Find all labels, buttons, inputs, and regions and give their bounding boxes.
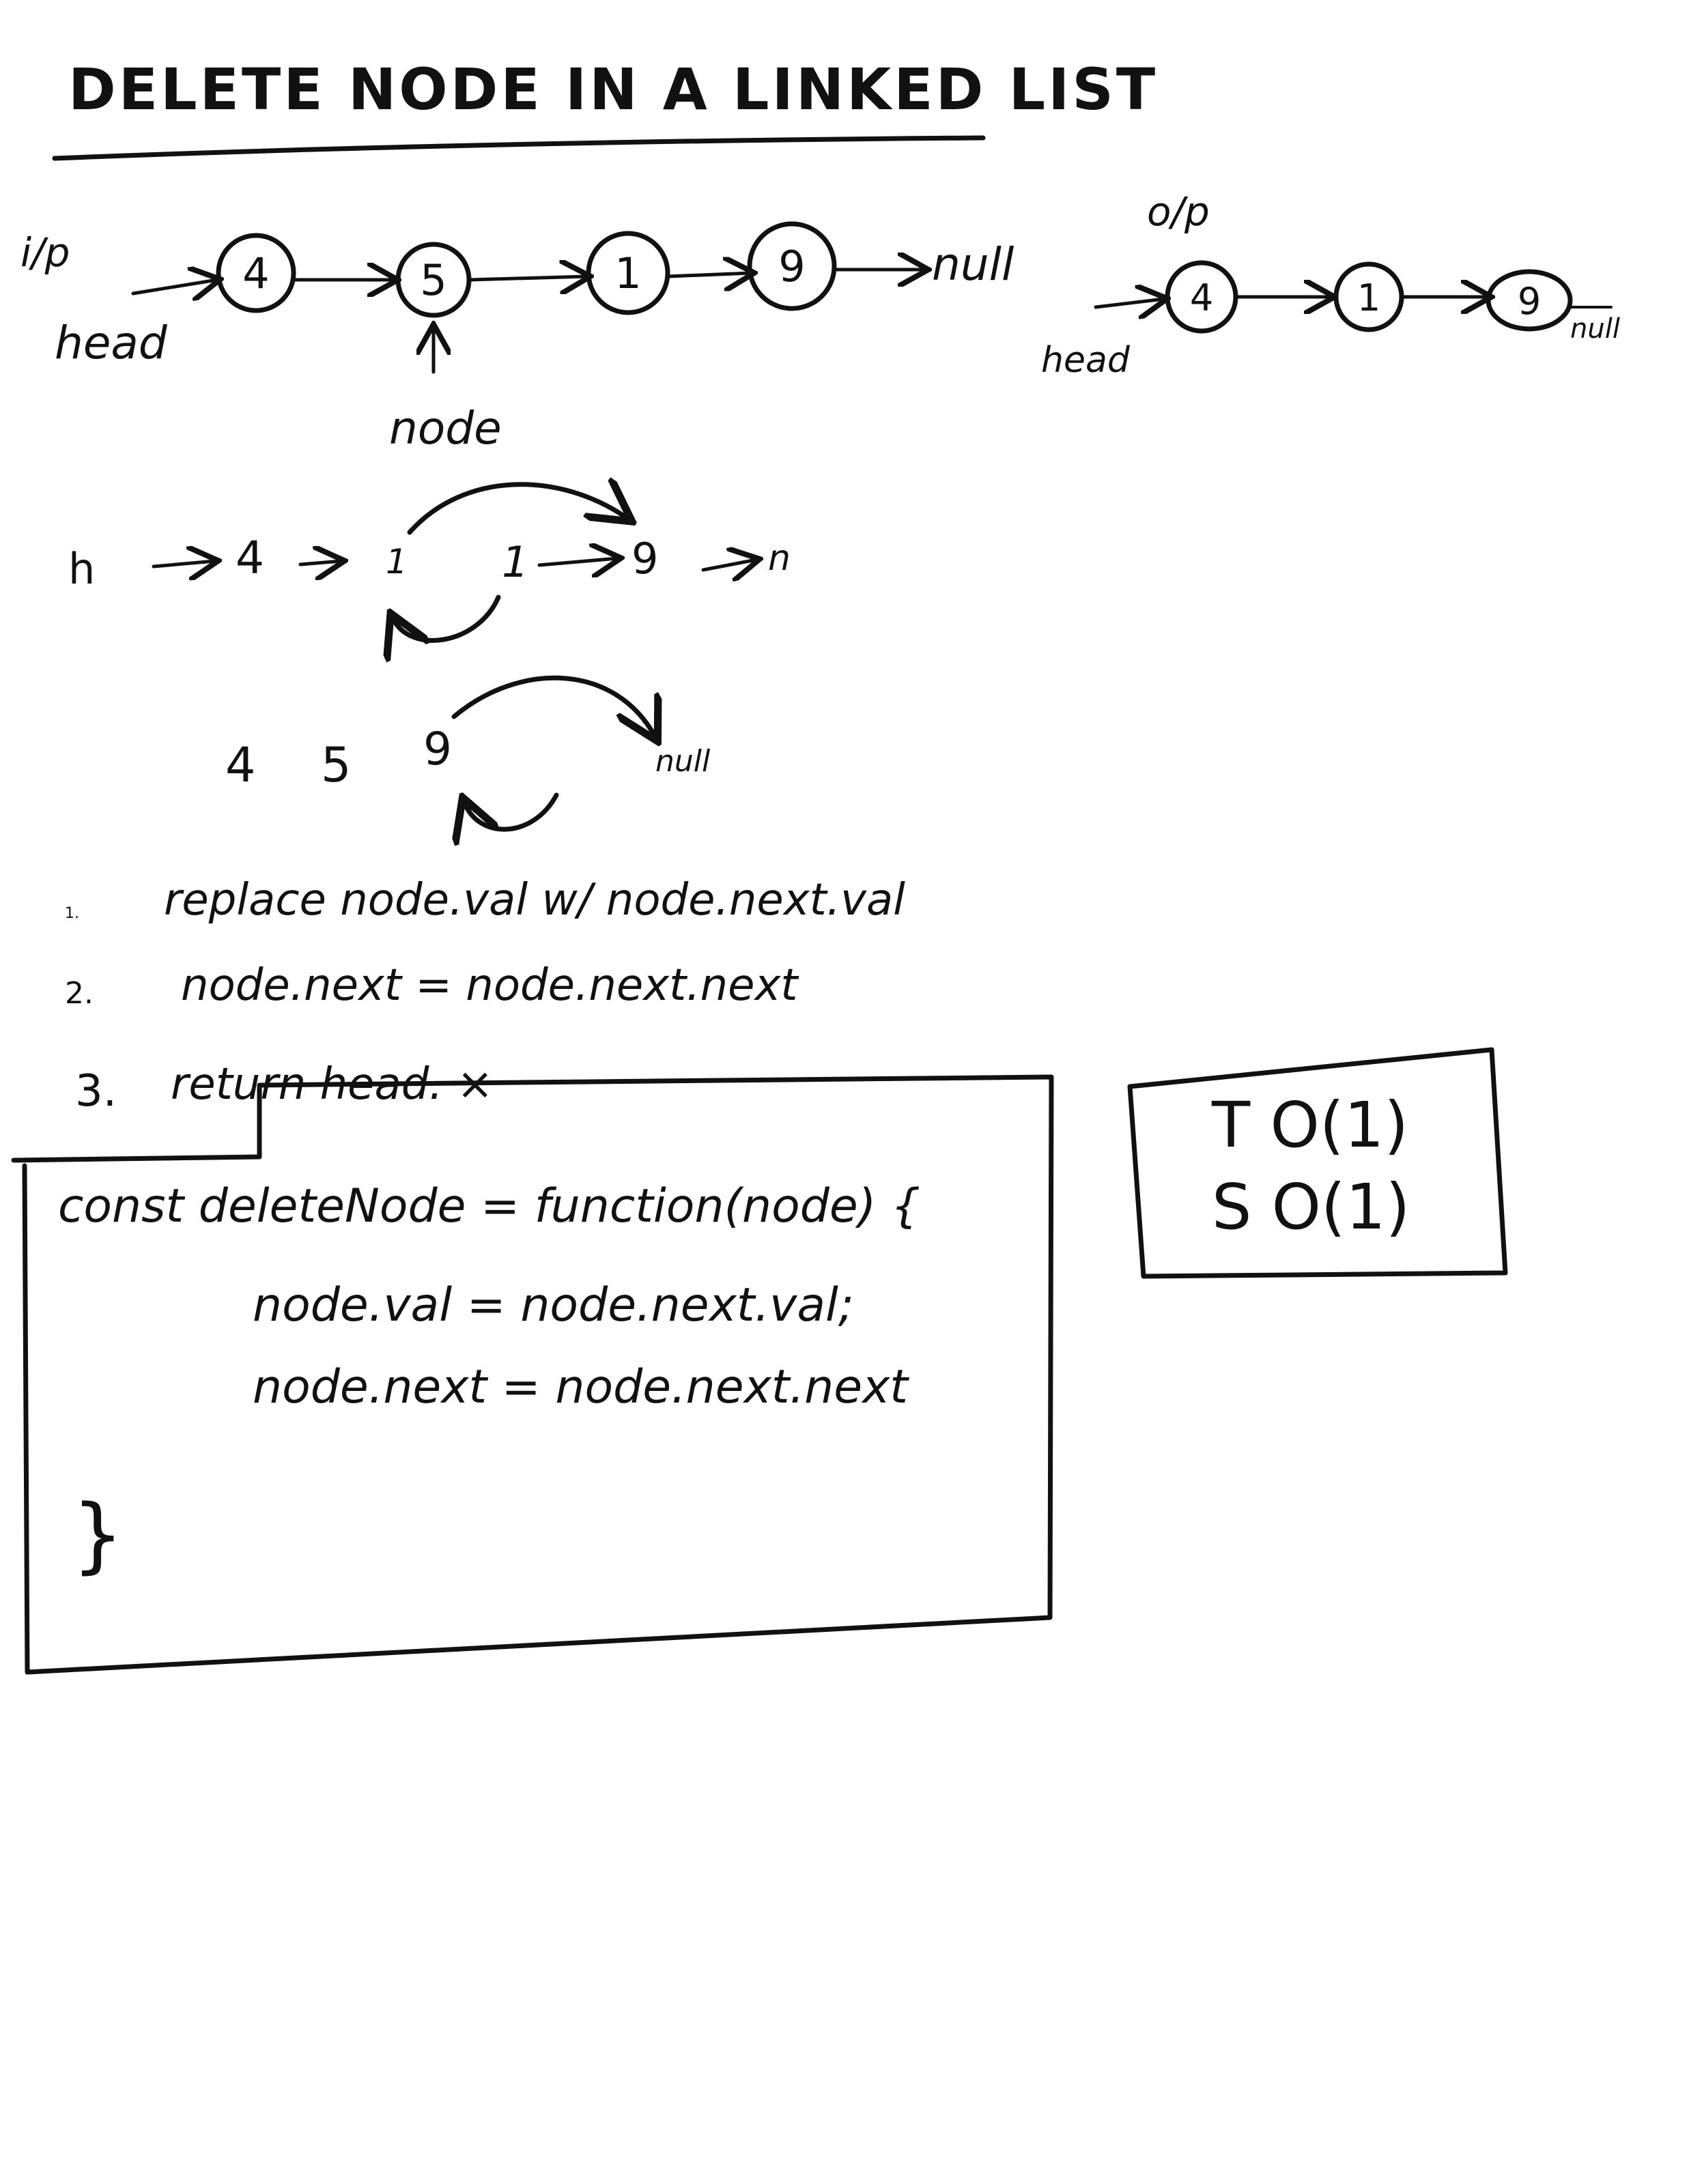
sketch-2: 4 5 9 null bbox=[225, 675, 711, 829]
step-3-number: 3. bbox=[75, 1066, 117, 1117]
node-pointer-label: node bbox=[389, 402, 502, 455]
code-line-2: node.val = node.next.val; bbox=[253, 1278, 854, 1332]
sketch-1-value-1a: 1 bbox=[386, 542, 408, 581]
code-line-1: const deleteNode = function(node) { bbox=[58, 1179, 920, 1233]
input-node-3: 1 bbox=[586, 231, 670, 315]
sketch-1: h 4 1 1 9 n bbox=[68, 485, 791, 641]
step-2-text: node.next = node.next.next bbox=[181, 960, 799, 1011]
output-node-2: 1 bbox=[1333, 261, 1404, 332]
input-node-3-value: 1 bbox=[614, 248, 641, 298]
sketch-2-value-4: 4 bbox=[225, 737, 256, 793]
page-title: DELETE NODE IN A LINKED LIST bbox=[68, 56, 1158, 123]
input-node-4-value: 9 bbox=[778, 242, 805, 291]
time-complexity: T O(1) bbox=[1211, 1089, 1408, 1162]
output-node-1-value: 4 bbox=[1190, 276, 1213, 319]
output-node-3: 9 bbox=[1486, 269, 1573, 332]
step-1-text: replace node.val w/ node.next.val bbox=[164, 875, 905, 925]
sketch-2-value-5: 5 bbox=[321, 737, 352, 793]
input-head-arrow bbox=[131, 280, 217, 293]
output-node-2-value: 1 bbox=[1357, 276, 1380, 319]
input-node-2: 5 bbox=[395, 242, 472, 318]
sketch-1-null: n bbox=[768, 538, 791, 579]
sketch-1-head: h bbox=[68, 544, 95, 594]
title-underline bbox=[52, 135, 986, 161]
sketch-2-null: null bbox=[655, 744, 711, 779]
sketch-1-skip-arrow bbox=[407, 485, 628, 535]
code-line-3: node.next = node.next.next bbox=[253, 1360, 909, 1414]
step-1-number: 1. bbox=[65, 905, 79, 922]
input-arrow-3-4 bbox=[666, 273, 751, 276]
sketch-2-copy-arrow bbox=[464, 795, 559, 829]
input-node-1-value: 4 bbox=[242, 248, 269, 298]
output-null-label: null bbox=[1570, 313, 1620, 345]
input-null-label: null bbox=[932, 238, 1014, 291]
sketch-1-value-4: 4 bbox=[236, 532, 264, 584]
input-head-label: head bbox=[55, 317, 168, 369]
input-node-2-value: 5 bbox=[420, 255, 446, 305]
step-2-number: 2. bbox=[65, 976, 94, 1011]
input-node-4: 9 bbox=[747, 221, 837, 311]
sketch-2-value-9: 9 bbox=[423, 723, 452, 775]
input-label: i/p bbox=[20, 229, 70, 276]
sketch-1-value-1b: 1 bbox=[502, 537, 528, 587]
complexity-box: T O(1) S O(1) bbox=[1127, 1047, 1508, 1279]
input-arrow-2-3 bbox=[467, 276, 587, 280]
output-head-label: head bbox=[1041, 340, 1131, 381]
output-node-3-value: 9 bbox=[1518, 280, 1541, 323]
output-head-arrow bbox=[1094, 299, 1164, 307]
sketch-2-skip-arrow bbox=[451, 675, 655, 737]
output-node-1: 4 bbox=[1165, 260, 1238, 334]
space-complexity: S O(1) bbox=[1212, 1170, 1410, 1244]
code-line-4: } bbox=[72, 1488, 124, 1583]
output-label: o/p bbox=[1147, 188, 1210, 235]
input-node-1: 4 bbox=[216, 233, 296, 313]
sketch-1-copy-arrow bbox=[393, 594, 501, 640]
code-box: const deleteNode = function(node) { node… bbox=[11, 1074, 1054, 1675]
sketch-1-value-9: 9 bbox=[631, 534, 658, 584]
